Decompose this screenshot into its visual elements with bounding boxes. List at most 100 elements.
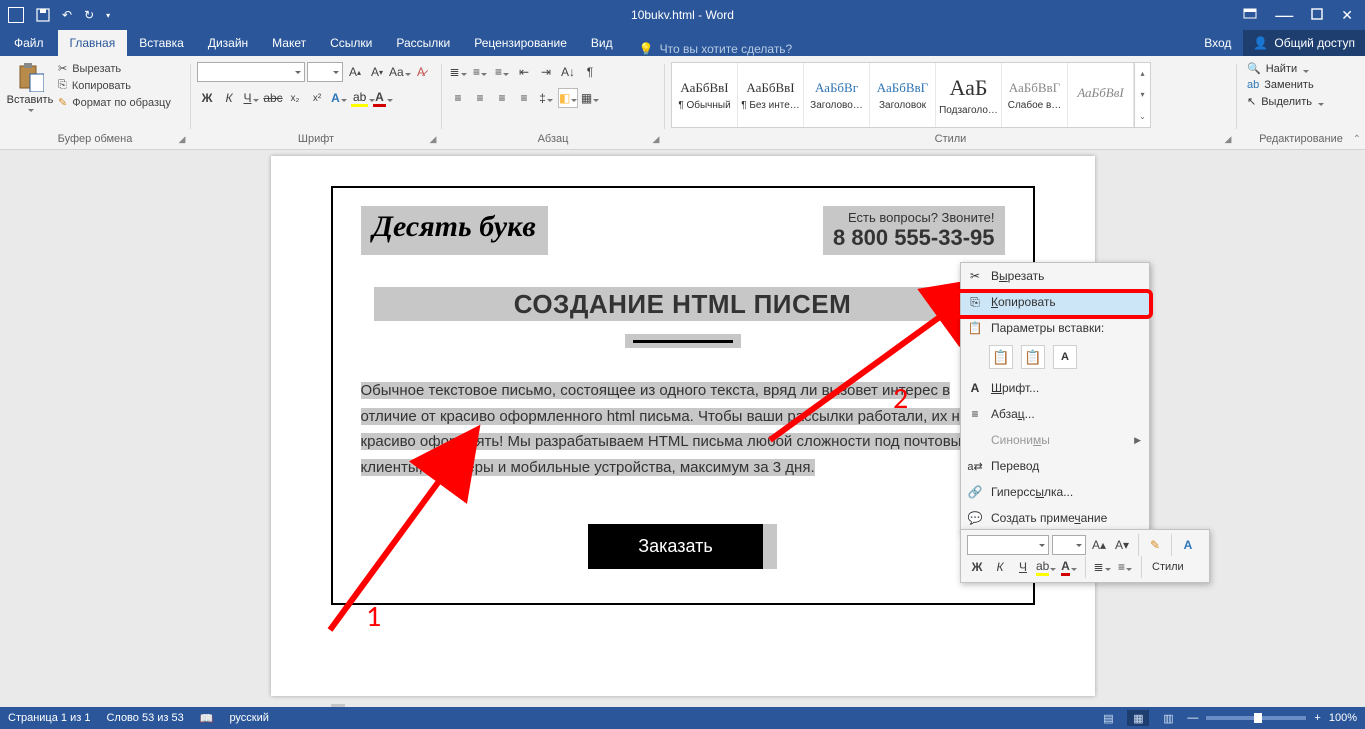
font-name-combo[interactable] bbox=[197, 62, 305, 82]
replace-button[interactable]: abЗаменить bbox=[1247, 79, 1324, 91]
sort-button[interactable]: A↓ bbox=[558, 62, 578, 82]
view-read-mode[interactable]: ▤ bbox=[1097, 710, 1119, 726]
styles-dialog-launcher[interactable]: ◢ bbox=[1222, 133, 1234, 145]
style-title[interactable]: АаБПодзаголо… bbox=[936, 63, 1002, 127]
font-color-button[interactable]: A bbox=[373, 88, 393, 108]
font-size-combo[interactable] bbox=[307, 62, 343, 82]
ctx-synonyms[interactable]: Синонимы▶ bbox=[961, 427, 1149, 453]
copy-button[interactable]: ⎘Копировать bbox=[58, 79, 171, 92]
tab-view[interactable]: Вид bbox=[579, 30, 625, 56]
file-tab[interactable]: Файл bbox=[0, 30, 58, 56]
style-heading[interactable]: АаБбВвГЗаголовок bbox=[870, 63, 936, 127]
superscript-button[interactable]: x² bbox=[307, 88, 327, 108]
mini-numbering[interactable]: ≡ bbox=[1115, 557, 1135, 577]
style-emphasis[interactable]: АаБбВвI bbox=[1068, 63, 1134, 127]
view-web-layout[interactable]: ▥ bbox=[1157, 710, 1179, 726]
font-dialog-launcher[interactable]: ◢ bbox=[427, 133, 439, 145]
qat-customize-icon[interactable]: ▾ bbox=[106, 11, 110, 20]
bullets-button[interactable]: ≣ bbox=[448, 62, 468, 82]
mini-font-size[interactable] bbox=[1052, 535, 1086, 555]
mini-shrink-font[interactable]: A▾ bbox=[1112, 535, 1132, 555]
shrink-font-button[interactable]: A▾ bbox=[367, 62, 387, 82]
align-left-button[interactable]: ≡ bbox=[448, 88, 468, 108]
style-normal[interactable]: АаБбВвІ¶ Обычный bbox=[672, 63, 738, 127]
find-button[interactable]: 🔍Найти bbox=[1247, 62, 1324, 75]
increase-indent-button[interactable]: ⇥ bbox=[536, 62, 556, 82]
tab-review[interactable]: Рецензирование bbox=[462, 30, 579, 56]
login-link[interactable]: Вход bbox=[1192, 36, 1243, 50]
tab-layout[interactable]: Макет bbox=[260, 30, 318, 56]
bold-button[interactable]: Ж bbox=[197, 88, 217, 108]
align-center-button[interactable]: ≡ bbox=[470, 88, 490, 108]
minimize-button[interactable]: — bbox=[1275, 11, 1293, 19]
clear-formatting-button[interactable]: A̷ bbox=[411, 62, 431, 82]
borders-button[interactable]: ▦ bbox=[580, 88, 600, 108]
mini-bold[interactable]: Ж bbox=[967, 557, 987, 577]
undo-icon[interactable]: ↶ bbox=[62, 8, 72, 22]
paste-text-only-icon[interactable]: A bbox=[1053, 345, 1077, 369]
redo-icon[interactable]: ↻ bbox=[84, 8, 94, 22]
clipboard-dialog-launcher[interactable]: ◢ bbox=[176, 133, 188, 145]
mini-grow-font[interactable]: A▴ bbox=[1089, 535, 1109, 555]
close-button[interactable]: ✕ bbox=[1341, 7, 1353, 24]
cut-button[interactable]: ✂Вырезать bbox=[58, 62, 171, 75]
mini-styles-icon[interactable]: A bbox=[1178, 535, 1198, 555]
style-heading1[interactable]: АаБбВгЗаголово… bbox=[804, 63, 870, 127]
subscript-button[interactable]: x₂ bbox=[285, 88, 305, 108]
numbering-button[interactable]: ≡ bbox=[470, 62, 490, 82]
ctx-hyperlink[interactable]: 🔗Гиперссылка... bbox=[961, 479, 1149, 505]
zoom-out-button[interactable]: — bbox=[1187, 712, 1198, 724]
status-page[interactable]: Страница 1 из 1 bbox=[8, 712, 90, 724]
styles-gallery[interactable]: АаБбВвІ¶ Обычный АаБбВвІ¶ Без инте… АаБб… bbox=[671, 62, 1151, 128]
tell-me-box[interactable]: 💡 Что вы хотите сделать? bbox=[639, 42, 793, 56]
ctx-font[interactable]: AШрифт... bbox=[961, 375, 1149, 401]
save-icon[interactable] bbox=[36, 8, 50, 22]
select-button[interactable]: ↖Выделить bbox=[1247, 95, 1324, 108]
share-button[interactable]: 👤 Общий доступ bbox=[1243, 30, 1365, 56]
decrease-indent-button[interactable]: ⇤ bbox=[514, 62, 534, 82]
mini-highlight[interactable]: ab bbox=[1036, 557, 1056, 577]
style-subtitle[interactable]: АаБбВвГСлабое в… bbox=[1002, 63, 1068, 127]
paragraph-dialog-launcher[interactable]: ◢ bbox=[650, 133, 662, 145]
ctx-translate[interactable]: a⇄Перевод bbox=[961, 453, 1149, 479]
mini-styles-label[interactable]: Стили bbox=[1148, 561, 1188, 573]
ctx-copy[interactable]: ⎘Копировать bbox=[961, 289, 1149, 315]
format-painter-button[interactable]: ✎Формат по образцу bbox=[58, 96, 171, 109]
zoom-slider[interactable] bbox=[1206, 716, 1306, 720]
ctx-comment[interactable]: 💬Создать примечание bbox=[961, 505, 1149, 531]
tab-mailings[interactable]: Рассылки bbox=[384, 30, 462, 56]
italic-button[interactable]: К bbox=[219, 88, 239, 108]
mini-italic[interactable]: К bbox=[990, 557, 1010, 577]
text-effects-button[interactable]: A bbox=[329, 88, 349, 108]
show-marks-button[interactable]: ¶ bbox=[580, 62, 600, 82]
paste-keep-source-icon[interactable]: 📋 bbox=[989, 345, 1013, 369]
zoom-level[interactable]: 100% bbox=[1329, 712, 1357, 724]
status-words[interactable]: Слово 53 из 53 bbox=[106, 712, 183, 724]
mini-font-color[interactable]: A bbox=[1059, 557, 1079, 577]
status-proofing-icon[interactable]: 📖 bbox=[200, 712, 214, 725]
change-case-button[interactable]: Aa bbox=[389, 62, 409, 82]
tab-home[interactable]: Главная bbox=[58, 30, 128, 56]
align-right-button[interactable]: ≡ bbox=[492, 88, 512, 108]
ctx-cut[interactable]: ✂Вырезать bbox=[961, 263, 1149, 289]
paste-button[interactable]: Вставить bbox=[6, 60, 54, 108]
tab-design[interactable]: Дизайн bbox=[196, 30, 260, 56]
status-language[interactable]: русский bbox=[229, 712, 268, 724]
underline-button[interactable]: Ч bbox=[241, 88, 261, 108]
mini-font-name[interactable] bbox=[967, 535, 1049, 555]
strikethrough-button[interactable]: abc bbox=[263, 88, 283, 108]
shading-button[interactable]: ◧ bbox=[558, 88, 578, 108]
styles-more[interactable]: ▴▾⌄ bbox=[1134, 63, 1150, 127]
view-print-layout[interactable]: ▦ bbox=[1127, 710, 1149, 726]
style-nospacing[interactable]: АаБбВвІ¶ Без инте… bbox=[738, 63, 804, 127]
mini-format-painter[interactable]: ✎ bbox=[1145, 535, 1165, 555]
ctx-paragraph[interactable]: ≡Абзац... bbox=[961, 401, 1149, 427]
mini-bullets[interactable]: ≣ bbox=[1092, 557, 1112, 577]
ribbon-options-icon[interactable] bbox=[1243, 8, 1257, 23]
collapse-ribbon-button[interactable]: ⌃ bbox=[1353, 134, 1361, 145]
mini-underline[interactable]: Ч bbox=[1013, 557, 1033, 577]
zoom-in-button[interactable]: + bbox=[1314, 712, 1320, 724]
line-spacing-button[interactable]: ‡ bbox=[536, 88, 556, 108]
justify-button[interactable]: ≡ bbox=[514, 88, 534, 108]
grow-font-button[interactable]: A▴ bbox=[345, 62, 365, 82]
